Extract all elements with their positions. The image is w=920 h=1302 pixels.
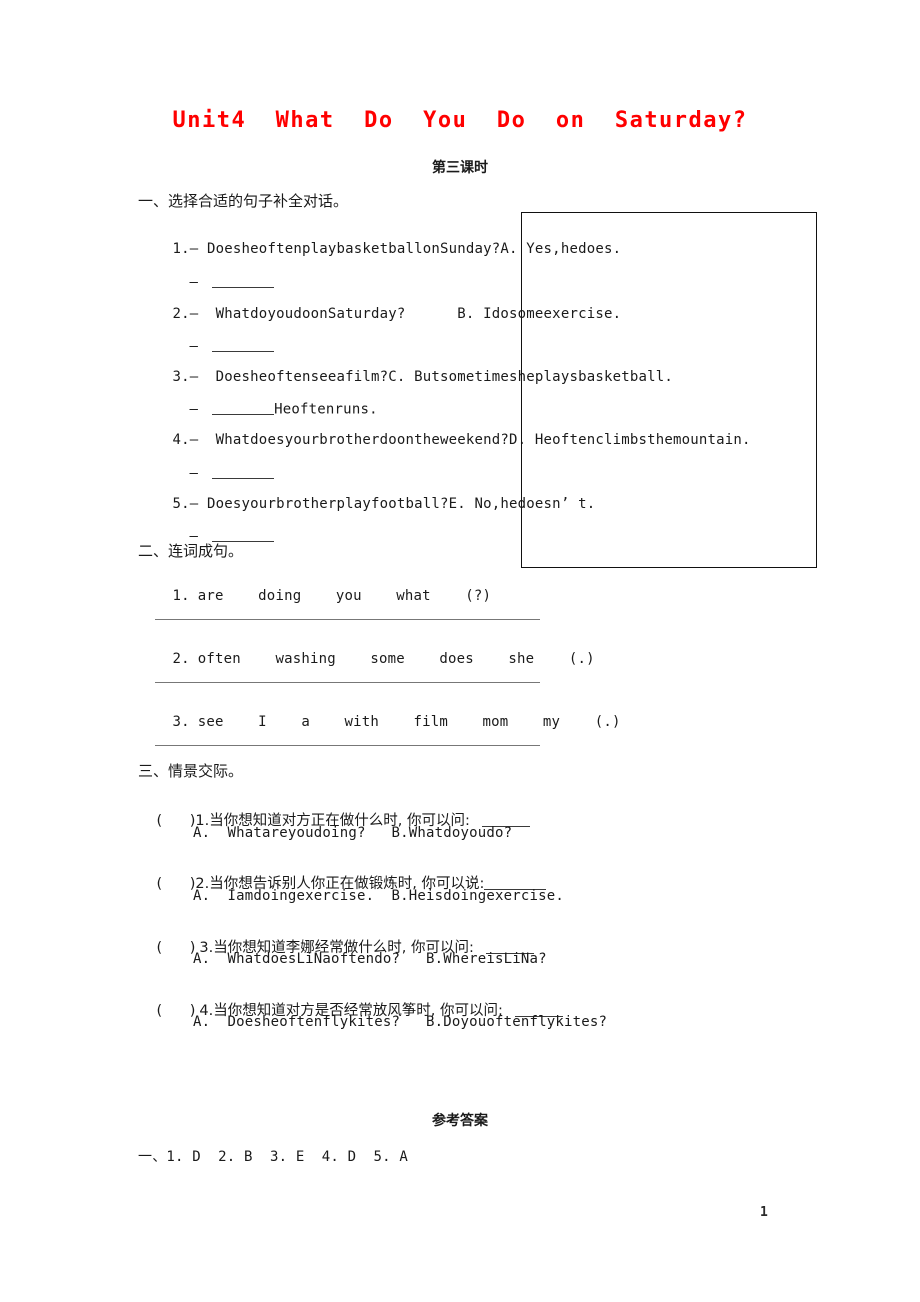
choice-bracket[interactable]: ( ) [156,940,195,956]
dash-mark: — [189,338,199,355]
page-title: Unit4 What Do You Do on Saturday? [172,108,748,133]
item-number: 1. [172,241,190,257]
section-3-options[interactable]: A. Doesheoftenflykites? B.Doyouoftenflyk… [193,1014,607,1030]
choice-bracket[interactable]: ( ) [156,813,195,829]
fill-blank[interactable] [212,401,275,416]
item-number: 3. [172,714,190,730]
scrambled-words: are doing you what (?) [197,588,492,604]
choice-bracket[interactable]: ( ) [156,1003,195,1019]
dash-mark: — [189,274,199,291]
item-number: 1. [172,588,190,604]
section-1-heading: 一、选择合适的句子补全对话。 [138,192,349,210]
section-3-options[interactable]: A. WhatdoesLiNaoftendo? B.WhereisLiNa? [193,951,547,967]
dash-mark: — [189,465,199,482]
section-3-heading: 三、情景交际。 [138,762,244,780]
section-2-item-words: 2. often washing some does she (.) [138,635,595,683]
item-number: 2. [172,306,190,322]
section-2-answer-line[interactable] [155,619,540,620]
section-2-item-words: 3. see I a with film mom my (.) [138,698,621,746]
page-subtitle: 第三课时 [432,160,488,176]
scrambled-words: often washing some does she (.) [197,651,595,667]
scrambled-words: see I a with film mom my (.) [197,714,621,730]
section-3-options[interactable]: A. Iamdoingexercise. B.Heisdoingexercise… [193,888,564,904]
worksheet-page: Unit4 What Do You Do on Saturday? 第三课时 一… [0,0,920,1302]
page-number: 1 [760,1205,768,1220]
overlay-rectangle-box [521,212,817,568]
item-number: 3. [172,369,190,385]
fill-blank[interactable] [212,465,275,480]
item-number: 4. [172,432,190,448]
item-number: 5. [172,496,190,512]
answer-key-line: 一、1. D 2. B 3. E 4. D 5. A [138,1149,409,1165]
fill-blank[interactable] [212,274,275,289]
section-2-answer-line[interactable] [155,745,540,746]
answer-key-title: 参考答案 [432,1113,488,1129]
choice-bracket[interactable]: ( ) [156,876,195,892]
dash-mark: — [189,401,199,418]
fill-blank[interactable] [212,338,275,353]
section-2-heading: 二、连词成句。 [138,542,244,560]
section-3-options[interactable]: A. Whatareyoudoing? B.Whatdoyoudo? [193,825,512,841]
section-2-item-words: 1. are doing you what (?) [138,572,491,620]
item-number: 2. [172,651,190,667]
section-2-answer-line[interactable] [155,682,540,683]
answer-suffix: Heoftenruns. [274,401,378,418]
